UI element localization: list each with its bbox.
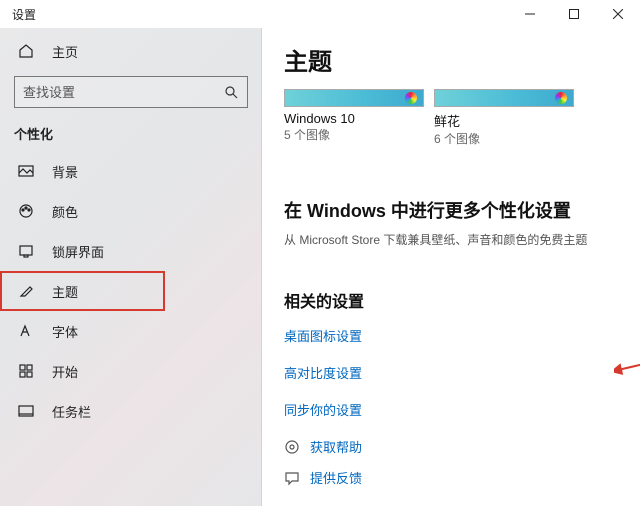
brush-icon bbox=[18, 283, 34, 299]
themes-row: Windows 10 5 个图像 鲜花 6 个图像 bbox=[284, 89, 618, 147]
minimize-button[interactable] bbox=[508, 0, 552, 28]
theme-name: 鲜花 bbox=[434, 111, 574, 130]
nav-lockscreen[interactable]: 锁屏界面 bbox=[0, 231, 262, 271]
more-personalization-sub: 从 Microsoft Store 下载兼具壁纸、声音和颜色的免费主题 bbox=[284, 231, 618, 248]
nav-label: 主题 bbox=[52, 282, 78, 301]
window-title: 设置 bbox=[12, 6, 36, 23]
nav-background[interactable]: 背景 bbox=[0, 151, 262, 191]
feedback-icon bbox=[284, 470, 300, 486]
close-button[interactable] bbox=[596, 0, 640, 28]
link-desktop-icons[interactable]: 桌面图标设置 bbox=[284, 326, 618, 345]
nav-label: 字体 bbox=[52, 322, 78, 341]
home-icon bbox=[18, 43, 34, 59]
nav-label: 任务栏 bbox=[52, 402, 91, 421]
nav-label: 开始 bbox=[52, 362, 78, 381]
lock-icon bbox=[18, 243, 34, 259]
get-help-link[interactable]: 获取帮助 bbox=[284, 437, 618, 456]
home-nav[interactable]: 主页 bbox=[0, 32, 262, 70]
theme-thumbnail bbox=[434, 89, 574, 107]
link-high-contrast[interactable]: 高对比度设置 bbox=[284, 363, 618, 382]
feedback-link[interactable]: 提供反馈 bbox=[284, 468, 618, 487]
get-help-label: 获取帮助 bbox=[310, 437, 362, 456]
color-wheel-icon bbox=[555, 92, 567, 104]
nav-label: 锁屏界面 bbox=[52, 242, 104, 261]
theme-name: Windows 10 bbox=[284, 111, 424, 126]
nav-start[interactable]: 开始 bbox=[0, 351, 262, 391]
page-title: 主题 bbox=[284, 42, 618, 77]
color-wheel-icon bbox=[405, 92, 417, 104]
theme-thumbnail bbox=[284, 89, 424, 107]
theme-card[interactable]: 鲜花 6 个图像 bbox=[434, 89, 574, 147]
search-input[interactable] bbox=[23, 85, 223, 100]
theme-card[interactable]: Windows 10 5 个图像 bbox=[284, 89, 424, 147]
maximize-button[interactable] bbox=[552, 0, 596, 28]
theme-subtitle: 6 个图像 bbox=[434, 130, 574, 147]
nav-taskbar[interactable]: 任务栏 bbox=[0, 391, 262, 431]
settings-window: 设置 主页 个性化 背景 bbox=[0, 0, 640, 506]
nav-fonts[interactable]: 字体 bbox=[0, 311, 262, 351]
home-label: 主页 bbox=[52, 42, 78, 61]
sidebar: 主页 个性化 背景 颜色 锁屏界面 bbox=[0, 28, 262, 506]
font-icon bbox=[18, 323, 34, 339]
nav-list: 背景 颜色 锁屏界面 主题 字体 bbox=[0, 151, 262, 431]
search-box[interactable] bbox=[14, 76, 248, 108]
palette-icon bbox=[18, 203, 34, 219]
help-icon bbox=[284, 439, 300, 455]
nav-colors[interactable]: 颜色 bbox=[0, 191, 262, 231]
more-personalization-heading: 在 Windows 中进行更多个性化设置 bbox=[284, 197, 618, 223]
nav-label: 颜色 bbox=[52, 202, 78, 221]
nav-label: 背景 bbox=[52, 162, 78, 181]
nav-themes[interactable]: 主题 bbox=[0, 271, 165, 311]
grid-icon bbox=[18, 363, 34, 379]
related-settings-heading: 相关的设置 bbox=[284, 288, 618, 312]
category-label: 个性化 bbox=[0, 118, 262, 151]
theme-subtitle: 5 个图像 bbox=[284, 126, 424, 143]
taskbar-icon bbox=[18, 403, 34, 419]
search-icon bbox=[223, 84, 239, 100]
image-icon bbox=[18, 163, 34, 179]
link-sync-settings[interactable]: 同步你的设置 bbox=[284, 400, 618, 419]
titlebar: 设置 bbox=[0, 0, 640, 28]
feedback-label: 提供反馈 bbox=[310, 468, 362, 487]
content-area: 主题 Windows 10 5 个图像 鲜花 6 个图像 在 Windows 中… bbox=[262, 28, 640, 506]
